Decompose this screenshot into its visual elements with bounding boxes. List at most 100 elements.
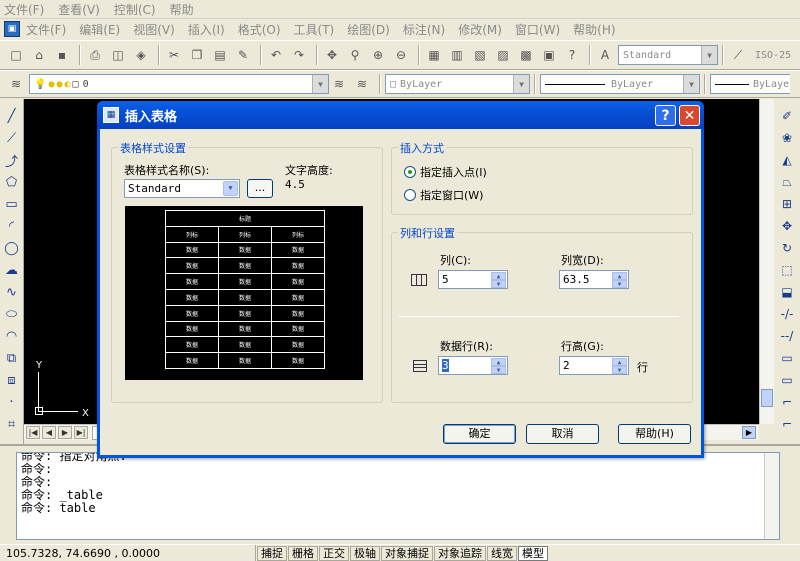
- polyline-icon[interactable]: ⤴: [3, 151, 21, 170]
- hatch-icon[interactable]: ⌗: [3, 415, 21, 433]
- open-file-icon[interactable]: ⌂: [29, 45, 49, 65]
- spin-down-icon[interactable]: ▼: [491, 366, 506, 374]
- spin-down-icon[interactable]: ▼: [612, 366, 627, 374]
- line-icon[interactable]: ╱: [3, 107, 21, 125]
- make-block-icon[interactable]: ⧈: [3, 371, 21, 389]
- status-snap[interactable]: 捕捉: [257, 545, 287, 561]
- color-combo[interactable]: □ ByLayer ▼: [385, 74, 530, 94]
- rotate-icon[interactable]: ↻: [778, 239, 796, 257]
- print-preview-icon[interactable]: ◫: [108, 45, 128, 65]
- layer-previous-icon[interactable]: ≋: [352, 74, 372, 94]
- command-history[interactable]: 命令: 指定对角点: 命令: 命令: 命令: _table 命令: table: [16, 452, 780, 540]
- layer-combo[interactable]: 💡 ● ● ◐ □ 0 ▼: [29, 74, 329, 94]
- offset-icon[interactable]: ⏢: [778, 173, 796, 191]
- circle-icon[interactable]: ◯: [3, 239, 21, 257]
- data-rows-input[interactable]: 3 ▲ ▼: [438, 356, 508, 375]
- rectangle-icon[interactable]: ▭: [3, 195, 21, 213]
- menu-dimension[interactable]: 标注(N): [403, 21, 445, 38]
- spin-down-icon[interactable]: ▼: [612, 280, 627, 288]
- array-icon[interactable]: ⊞: [778, 195, 796, 213]
- menu-modify[interactable]: 修改(M): [458, 21, 502, 38]
- scale-icon[interactable]: ⬚: [778, 261, 796, 279]
- extend-icon[interactable]: --/: [778, 327, 796, 345]
- menu-window[interactable]: 窗口(W): [515, 21, 560, 38]
- text-style-icon[interactable]: A: [595, 45, 615, 65]
- save-icon[interactable]: ▪: [52, 45, 72, 65]
- prev-tab-icon[interactable]: ◀: [42, 426, 56, 439]
- trim-icon[interactable]: -/-: [778, 305, 796, 323]
- chamfer-icon[interactable]: ⌐: [778, 393, 796, 411]
- scroll-right-icon[interactable]: ▶: [742, 426, 756, 439]
- menu-insert[interactable]: 插入(I): [188, 21, 225, 38]
- host-menu-control[interactable]: 控制(C): [114, 1, 156, 18]
- host-menu-help[interactable]: 帮助: [170, 1, 194, 18]
- status-model[interactable]: 模型: [518, 545, 548, 561]
- match-properties-icon[interactable]: ✎: [233, 45, 253, 65]
- layer-manager-icon[interactable]: ≋: [6, 74, 26, 94]
- status-otrack[interactable]: 对象追踪: [434, 545, 486, 561]
- browse-style-button[interactable]: ...: [247, 179, 273, 198]
- copy-icon[interactable]: ❐: [187, 45, 207, 65]
- dim-style-icon[interactable]: ⟋: [728, 45, 748, 65]
- redo-icon[interactable]: ↷: [289, 45, 309, 65]
- ellipse-icon[interactable]: ⬭: [3, 305, 21, 323]
- chevron-down-icon[interactable]: ▼: [683, 75, 699, 93]
- erase-icon[interactable]: ✐: [778, 107, 796, 125]
- status-lineweight[interactable]: 线宽: [487, 545, 517, 561]
- help-icon[interactable]: ?: [562, 45, 582, 65]
- chevron-down-icon[interactable]: ▼: [701, 46, 717, 64]
- sheet-set-icon[interactable]: ▨: [493, 45, 513, 65]
- ok-button[interactable]: 确定: [443, 424, 516, 444]
- status-ortho[interactable]: 正交: [319, 545, 349, 561]
- spline-icon[interactable]: ∿: [3, 283, 21, 301]
- zoom-window-icon[interactable]: ⊕: [368, 45, 388, 65]
- construction-line-icon[interactable]: ⟋: [3, 129, 21, 147]
- make-current-layer-icon[interactable]: ≋: [329, 74, 349, 94]
- first-tab-icon[interactable]: |◀: [26, 426, 40, 439]
- new-file-icon[interactable]: □: [6, 45, 26, 65]
- chevron-down-icon[interactable]: ▼: [312, 75, 328, 93]
- undo-icon[interactable]: ↶: [266, 45, 286, 65]
- cancel-button[interactable]: 取消: [526, 424, 599, 444]
- host-menu-view[interactable]: 查看(V): [58, 1, 100, 18]
- design-center-icon[interactable]: ▥: [447, 45, 467, 65]
- pan-icon[interactable]: ✥: [322, 45, 342, 65]
- spin-down-icon[interactable]: ▼: [491, 280, 506, 288]
- next-tab-icon[interactable]: ▶: [58, 426, 72, 439]
- insert-window-radio[interactable]: 指定窗口(W): [404, 187, 483, 203]
- mirror-icon[interactable]: ◭: [778, 151, 796, 169]
- host-menu-file[interactable]: 文件(F): [4, 1, 44, 18]
- menu-format[interactable]: 格式(O): [238, 21, 281, 38]
- help-button[interactable]: 帮助(H): [618, 424, 691, 444]
- menu-tools[interactable]: 工具(T): [294, 21, 335, 38]
- row-height-input[interactable]: 2 ▲ ▼: [559, 356, 629, 375]
- column-width-input[interactable]: 63.5 ▲ ▼: [559, 270, 629, 289]
- stretch-icon[interactable]: ⬓: [778, 283, 796, 301]
- copy-object-icon[interactable]: ❀: [778, 129, 796, 147]
- command-scrollbar[interactable]: [764, 453, 779, 539]
- insert-block-icon[interactable]: ⧉: [3, 349, 21, 367]
- cut-icon[interactable]: ✂: [164, 45, 184, 65]
- markup-icon[interactable]: ▩: [516, 45, 536, 65]
- ellipse-arc-icon[interactable]: ◠: [3, 327, 21, 345]
- last-tab-icon[interactable]: ▶|: [74, 426, 88, 439]
- dialog-titlebar[interactable]: ▦ 插入表格 ? ✕: [97, 101, 704, 129]
- status-polar[interactable]: 极轴: [350, 545, 380, 561]
- lineweight-combo[interactable]: ByLaye: [710, 74, 790, 94]
- dim-style-combo[interactable]: ISO-25: [751, 45, 797, 65]
- menu-draw[interactable]: 绘图(D): [347, 21, 390, 38]
- status-grid[interactable]: 栅格: [288, 545, 318, 561]
- move-icon[interactable]: ✥: [778, 217, 796, 235]
- print-icon[interactable]: ⎙: [85, 45, 105, 65]
- break-icon[interactable]: ▭: [778, 349, 796, 367]
- help-icon[interactable]: ?: [655, 105, 676, 126]
- properties-icon[interactable]: ▦: [424, 45, 444, 65]
- polygon-icon[interactable]: ⬠: [3, 173, 21, 191]
- arc-icon[interactable]: ◜: [3, 217, 21, 235]
- chevron-down-icon[interactable]: ▼: [223, 181, 238, 196]
- revision-cloud-icon[interactable]: ☁: [3, 261, 21, 279]
- table-style-select[interactable]: Standard ▼: [124, 179, 240, 198]
- fillet-icon[interactable]: ⌐: [778, 415, 796, 433]
- text-style-combo[interactable]: Standard ▼: [618, 45, 718, 65]
- scroll-thumb[interactable]: [761, 389, 773, 407]
